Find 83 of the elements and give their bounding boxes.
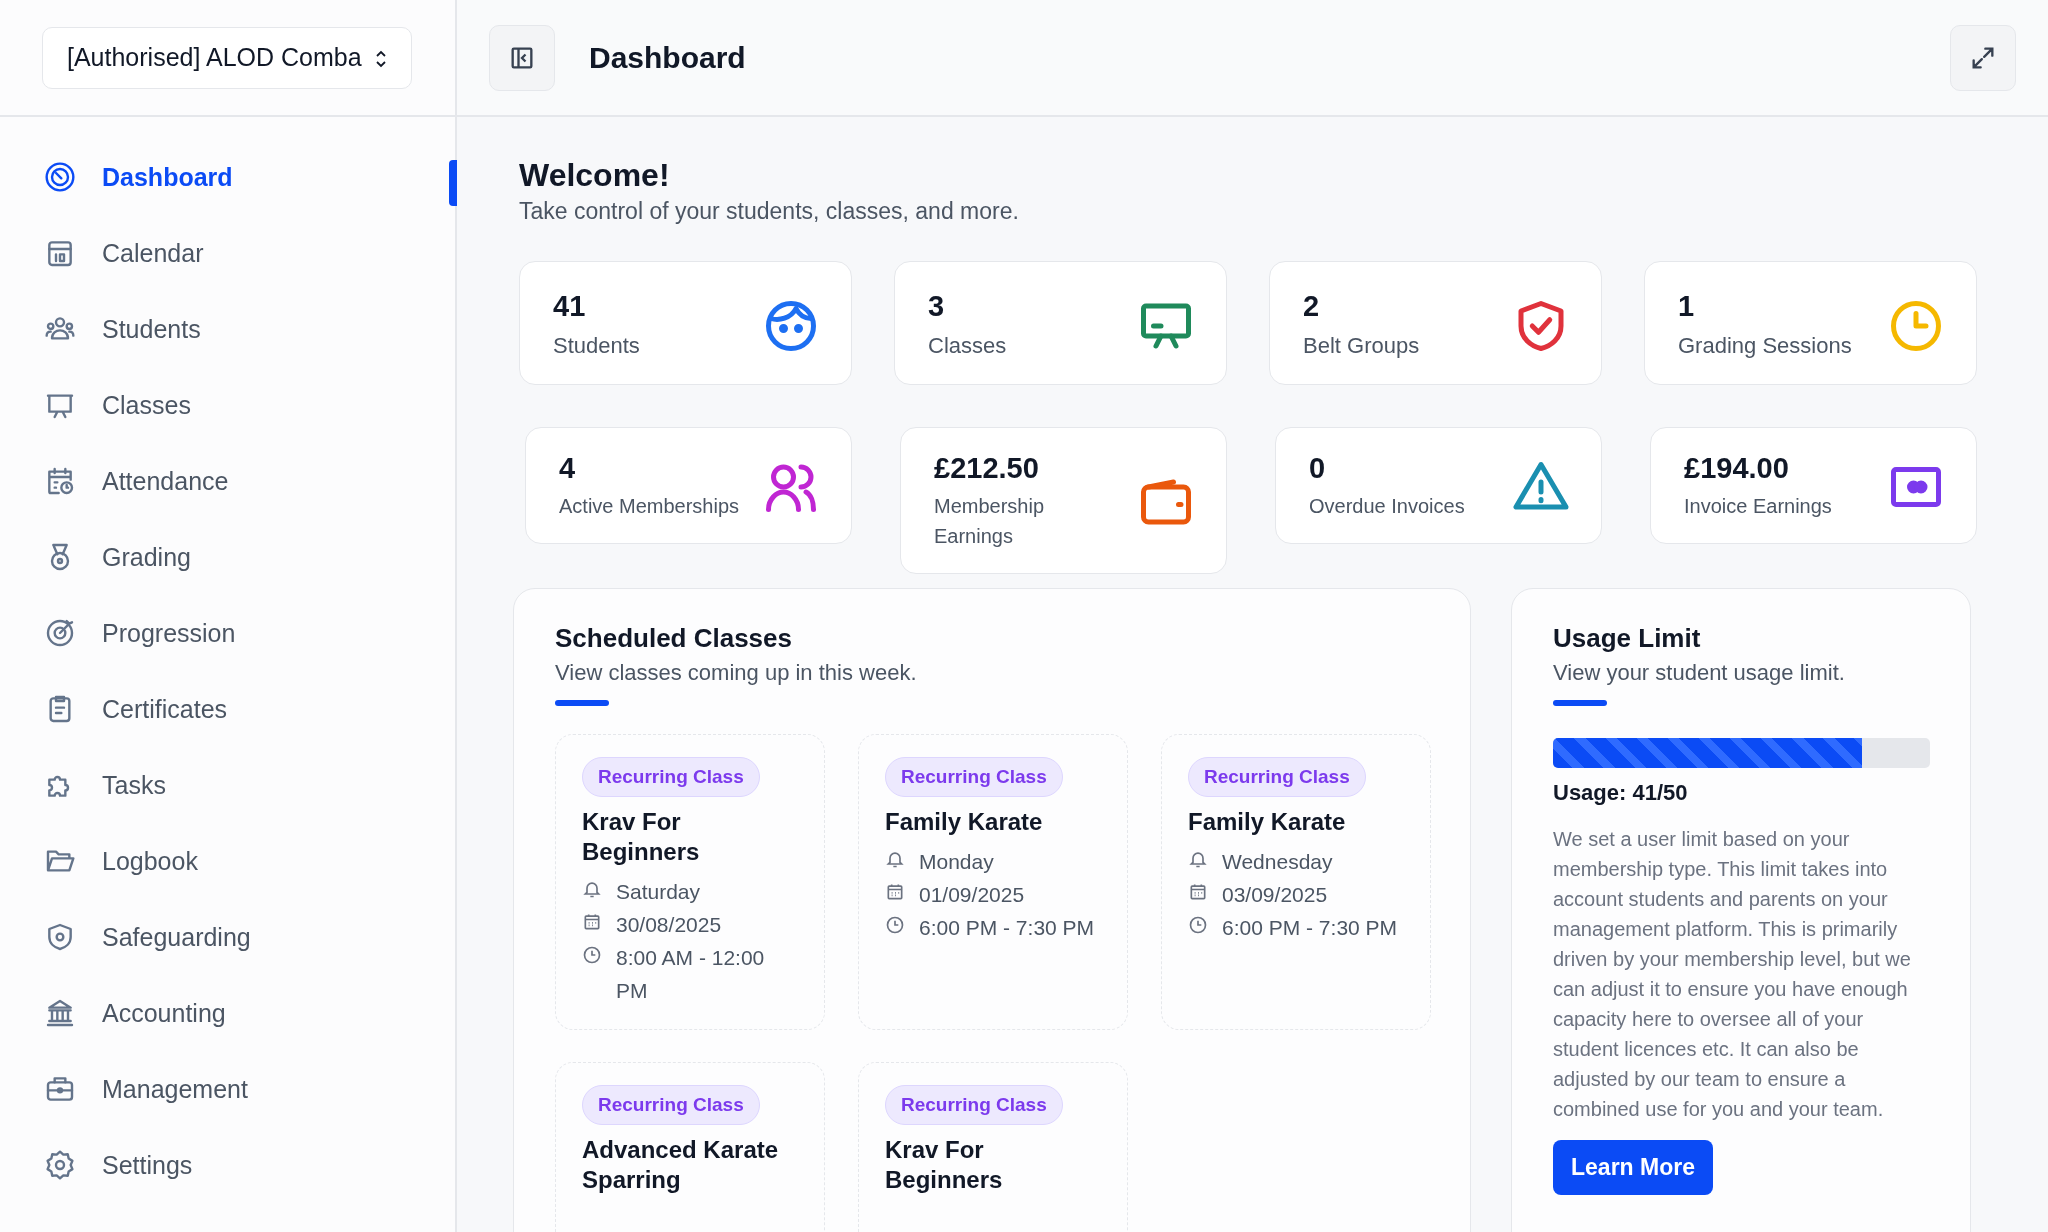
class-day: Monday bbox=[919, 845, 994, 878]
clock-icon bbox=[1188, 915, 1208, 935]
gauge-icon bbox=[44, 161, 76, 193]
class-card[interactable]: Recurring Class Advanced Karate Sparring bbox=[555, 1062, 825, 1232]
bell-icon bbox=[582, 879, 602, 899]
usage-reading: Usage: 41/50 bbox=[1553, 780, 1689, 806]
stat-value: 1 bbox=[1678, 290, 1696, 323]
class-card[interactable]: Recurring Class Family Karate Wednesday 03/09/2025 6:00 PM - 7:30 PM bbox=[1161, 734, 1431, 1030]
accent-bar bbox=[555, 700, 609, 706]
stat-value: 2 bbox=[1303, 290, 1321, 323]
sidebar-item[interactable]: Progression bbox=[0, 595, 455, 671]
learn-more-button[interactable]: Learn More bbox=[1553, 1140, 1713, 1195]
stat-value: 0 bbox=[1309, 452, 1327, 485]
sidebar-item[interactable]: Accounting bbox=[0, 975, 455, 1051]
stat-value: £212.50 bbox=[934, 452, 1040, 485]
class-card[interactable]: Recurring Class Krav For Beginners Saturday 30/08/2025 8:00 AM - 12:00 PM bbox=[555, 734, 825, 1030]
sidebar-item[interactable]: Grading bbox=[0, 519, 455, 595]
class-name: Family Karate bbox=[1188, 807, 1347, 837]
class-tag: Recurring Class bbox=[1188, 757, 1366, 797]
sidebar-item[interactable]: Settings bbox=[0, 1127, 455, 1203]
sidebar-toggle-button[interactable] bbox=[489, 24, 555, 91]
sidebar-item[interactable]: Certificates bbox=[0, 671, 455, 747]
stat-value: £194.00 bbox=[1684, 452, 1790, 485]
class-name: Krav For Beginners bbox=[582, 807, 701, 867]
stat-value: 3 bbox=[928, 290, 946, 323]
panel-subtitle: View your student usage limit. bbox=[1553, 660, 1846, 686]
bank-icon bbox=[44, 997, 76, 1029]
class-time: 6:00 PM - 7:30 PM bbox=[919, 915, 1095, 941]
welcome-heading: Welcome! bbox=[519, 157, 671, 194]
sidebar-item[interactable]: Logbook bbox=[0, 823, 455, 899]
stat-label: Overdue Invoices bbox=[1309, 494, 1465, 519]
class-tag: Recurring Class bbox=[582, 757, 760, 797]
class-name: Krav For Beginners bbox=[885, 1135, 1004, 1195]
sidebar-item[interactable]: Dashboard bbox=[0, 139, 455, 215]
panel-title: Usage Limit bbox=[1553, 623, 1702, 654]
stat-label: Students bbox=[553, 332, 640, 360]
class-name: Advanced Karate Sparring bbox=[582, 1135, 780, 1195]
class-date: 03/09/2025 bbox=[1222, 882, 1328, 908]
usage-description: We set a user limit based on your membership type. This limit takes into account students and parents on your management platform. This is primarily driven by your membership level, but we can adjust it to ensure you have enough capacity here to oversee all of your student licences etc. It can also be adjusted by our team to ensure a combined use for you and your team. bbox=[1553, 827, 1912, 1122]
class-time: 8:00 AM - 12:00 PM bbox=[616, 945, 766, 1004]
settings-icon bbox=[44, 1149, 76, 1181]
page-title: Dashboard bbox=[589, 40, 747, 75]
calendar-icon bbox=[582, 912, 602, 932]
stat-label: Classes bbox=[928, 332, 1007, 360]
sidebar-item[interactable]: Attendance bbox=[0, 443, 455, 519]
stat-label: Belt Groups bbox=[1303, 332, 1420, 360]
stat-value: 41 bbox=[553, 290, 587, 323]
fullscreen-button[interactable] bbox=[1950, 24, 2016, 91]
welcome-subtitle: Take control of your students, classes, and more. bbox=[519, 198, 1020, 225]
panel-title: Scheduled Classes bbox=[555, 623, 793, 654]
bell-icon bbox=[885, 849, 905, 869]
sidebar-item[interactable]: Students bbox=[0, 291, 455, 367]
sidebar-item[interactable]: Management bbox=[0, 1051, 455, 1127]
class-tag: Recurring Class bbox=[885, 1085, 1063, 1125]
stat-label: Active Memberships bbox=[559, 494, 740, 519]
panel-subtitle: View classes coming up in this week. bbox=[555, 660, 918, 686]
sidebar-item[interactable]: Classes bbox=[0, 367, 455, 443]
sort-caret-icon bbox=[375, 48, 387, 69]
class-day: Wednesday bbox=[1222, 845, 1333, 878]
class-tag: Recurring Class bbox=[582, 1085, 760, 1125]
class-day: Saturday bbox=[616, 875, 701, 908]
target-icon bbox=[44, 617, 76, 649]
class-name: Family Karate bbox=[885, 807, 1044, 837]
class-date: 01/09/2025 bbox=[919, 882, 1025, 908]
bell-icon bbox=[1188, 849, 1208, 869]
organisation-selector[interactable]: [Authorised] ALOD Comba bbox=[42, 26, 412, 89]
sidebar-item[interactable]: Safeguarding bbox=[0, 899, 455, 975]
stat-label: Grading Sessions bbox=[1678, 332, 1852, 360]
accent-bar bbox=[1553, 700, 1607, 706]
stat-label: Invoice Earnings bbox=[1684, 494, 1832, 519]
clock-icon bbox=[885, 915, 905, 935]
calendar-icon bbox=[885, 882, 905, 902]
class-card[interactable]: Recurring Class Krav For Beginners bbox=[858, 1062, 1128, 1232]
class-card[interactable]: Recurring Class Family Karate Monday 01/09/2025 6:00 PM - 7:30 PM bbox=[858, 734, 1128, 1030]
clock-icon bbox=[582, 945, 602, 965]
class-time: 6:00 PM - 7:30 PM bbox=[1222, 915, 1398, 941]
stat-value: 4 bbox=[559, 452, 577, 485]
sidebar-item[interactable]: Tasks bbox=[0, 747, 455, 823]
stat-label: Membership Earnings bbox=[934, 494, 1046, 549]
class-tag: Recurring Class bbox=[885, 757, 1063, 797]
class-date: 30/08/2025 bbox=[616, 912, 722, 938]
calendar-icon bbox=[1188, 882, 1208, 902]
sidebar-item[interactable]: Calendar bbox=[0, 215, 455, 291]
